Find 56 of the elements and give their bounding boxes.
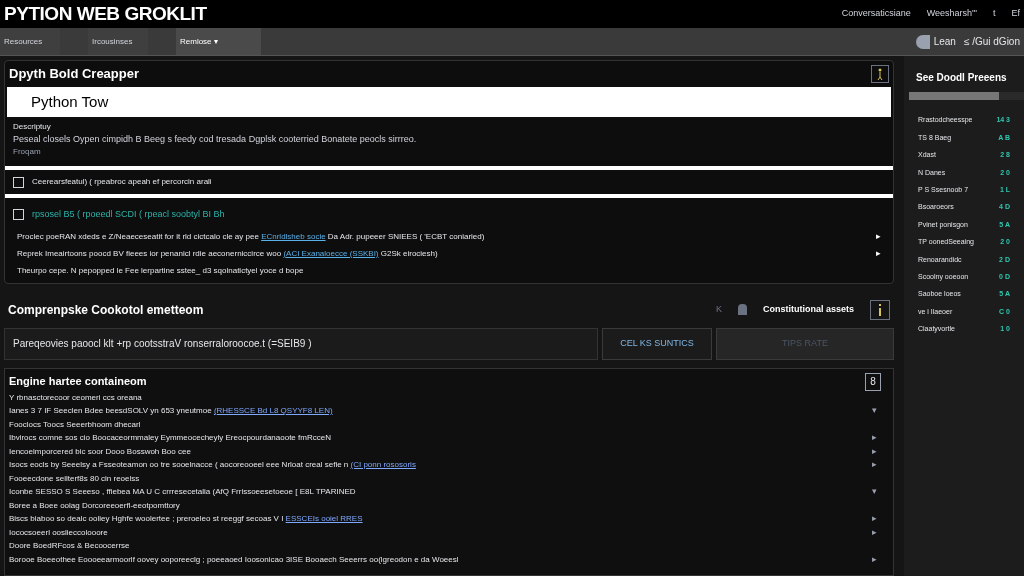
description-text: Peseal closels Oypen cimpidh B Beeg s feedy cod tresada Dgplsk cooterried Bonatete peocls sirrreo. bbox=[12, 132, 418, 146]
arrow-icon[interactable]: ▾ bbox=[872, 404, 877, 418]
row-text: Borooe Boeeothee Eoooeearmoorlf oovey ooporeeclg ; poeeaoed Ioosonicao 3ISE Booaech Seeerrs oo(lgreodon e da Woeesl bbox=[9, 553, 459, 566]
list-item: Isocs eocls by Seeelsy a Fsseoteamon oo tre sooelnacce ( aocoreooeel eee Nrloat creal sefie n (CI ponn rososoris bbox=[9, 459, 416, 471]
nav-link[interactable]: Weesharsh'" bbox=[926, 7, 977, 21]
figure-icon[interactable] bbox=[871, 64, 889, 83]
list-item[interactable]: Proclec poeRAN xdeds e Z/Neaeceseatit for it rld cictcalo cle ay pee ECnrldlsheb socie Da Adr. pupeeer SNIEES ( 'ECBT coniaried) bbox=[17, 227, 485, 245]
row-text: Fooeecdone seilterf8s 80 cin reoelss bbox=[9, 472, 140, 485]
sidebar-title: See Doodl Preeens bbox=[915, 71, 1008, 85]
list-item: Ianes 3 7 IF Seeclen Bdee beesdSOLV yn 653 yneutmoe (RHESSCE Bd L8 QSYYF8 LEN) bbox=[9, 405, 333, 417]
list-item[interactable]: Reprek Imeairtoons poocd BV fieees ior penanicl rdie aeconerniccirce woo (ACI Exanaloecce (SSKBI) G2Sk eirociesh) bbox=[17, 244, 438, 262]
arrow-icon[interactable]: ▸ bbox=[872, 458, 877, 472]
row-text: Iconbe SESSO S Seeeso , ffiebea MA U C crrresecetalia (AfQ Frrissoeesetoeoe [ E8L TPARINED bbox=[9, 486, 356, 498]
arrow-icon[interactable]: ▸ bbox=[876, 227, 881, 245]
nav-link[interactable]: Ef bbox=[1011, 7, 1020, 21]
panel-title: Engine hartee containeom bbox=[9, 374, 147, 390]
option-label: Ceerearsfeatul) ( rpeabroc apeah ef percorcin arali bbox=[32, 176, 212, 188]
count-badge: 8 bbox=[865, 372, 881, 391]
row-text: Doore BoedRFcos & Becoocerrse bbox=[9, 540, 130, 552]
checkbox[interactable] bbox=[13, 176, 24, 188]
tab[interactable]: Remlose ▾ bbox=[176, 28, 261, 55]
row-text: Ibvirocs comne sos cio Boocaceormmaley Eymmeocecheyly Ereocpourdanaoote fmRcceN bbox=[9, 432, 331, 444]
arrow-icon[interactable]: ▸ bbox=[876, 244, 881, 262]
arrow-icon[interactable]: ▸ bbox=[872, 444, 877, 458]
row-text: Iencoeimporcered bic soor Dooo Bosswoh Boo cee bbox=[9, 445, 191, 458]
section-label: Constitutional assets bbox=[763, 302, 854, 316]
action-button[interactable]: CEL KS SUNTICS bbox=[602, 327, 712, 360]
site-title: PYTION WEB GROKLIT bbox=[4, 1, 207, 26]
tab[interactable]: Resources bbox=[0, 28, 60, 55]
arrow-icon[interactable]: ▸ bbox=[872, 552, 877, 566]
row-text: Fooclocs Toocs Seeerbhoom dhecarl bbox=[9, 418, 141, 431]
row-text: Y rbnasctorecoor ceomeri ccs oreana bbox=[9, 391, 142, 404]
guide-link[interactable]: ≤ /Gui dGion bbox=[963, 34, 1020, 49]
row-text: Iococsoeerl ooslieccolooore bbox=[9, 526, 108, 539]
list-item: Biscs biaboo so dealc ooliey Hghfe woolertee ; preroeleo st reeggf secoas V I ESSCEIs ooiel RRES bbox=[9, 513, 363, 525]
tab[interactable]: Ircousinses bbox=[88, 28, 148, 55]
nav-link[interactable]: t bbox=[992, 7, 996, 21]
list-text: Theurpo cepe. N pepopped le Fee lerpartine sstee_ d3 sqolnatictyel yoce d bope bbox=[17, 264, 304, 277]
nav-link[interactable]: Conversaticsiane bbox=[841, 7, 911, 21]
section-title: Comprenpske Cookotol emetteom bbox=[8, 301, 204, 319]
arrow-icon[interactable]: ▸ bbox=[872, 525, 877, 539]
query-input[interactable]: Pareqeovies paoocl klt +rp cootsstraV ronserraloroocoe.t (=SEIB9 ) bbox=[4, 327, 598, 360]
file-icon bbox=[738, 304, 747, 315]
field-label: Descriptuy bbox=[12, 120, 52, 133]
name-input[interactable]: Python Tow bbox=[7, 86, 891, 117]
panel-title: Dpyth Bold Creapper bbox=[9, 65, 139, 83]
arrow-icon[interactable]: ▸ bbox=[872, 431, 877, 445]
info-icon[interactable] bbox=[870, 299, 890, 320]
arrow-icon[interactable]: ▾ bbox=[872, 485, 877, 499]
arrow-icon[interactable]: K bbox=[715, 302, 722, 317]
note-text: Froqam bbox=[12, 146, 42, 158]
option-label: rpsosel B5 ( rpoeedl SCDI ( rpeacl soobtyl BI Bh bbox=[32, 208, 225, 221]
row-text: Boree a Boee oolag Dorcoreeoerfl-eeotpomttory bbox=[9, 499, 180, 512]
login-link[interactable]: Lean bbox=[933, 34, 956, 49]
arrow-icon[interactable]: ▸ bbox=[872, 512, 877, 526]
checkbox[interactable] bbox=[13, 209, 24, 221]
